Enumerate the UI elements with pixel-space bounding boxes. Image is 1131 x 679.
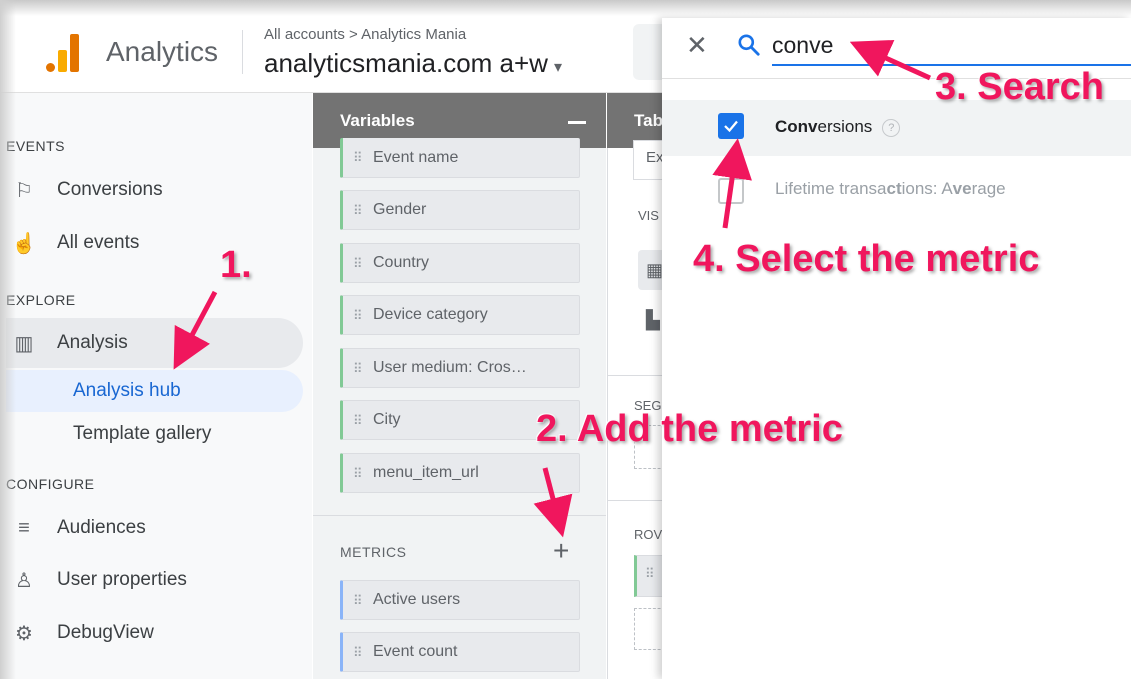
annotation-arrows <box>173 40 932 538</box>
screenshot-shadow-left <box>0 0 16 679</box>
arrow-step-4 <box>712 138 752 229</box>
arrow-step-3 <box>849 40 932 81</box>
screen: Analytics All accounts > Analytics Mania… <box>0 0 1131 679</box>
arrow-step-2 <box>533 467 573 538</box>
screenshot-shadow-top <box>0 0 1131 16</box>
arrow-step-1 <box>173 290 218 370</box>
